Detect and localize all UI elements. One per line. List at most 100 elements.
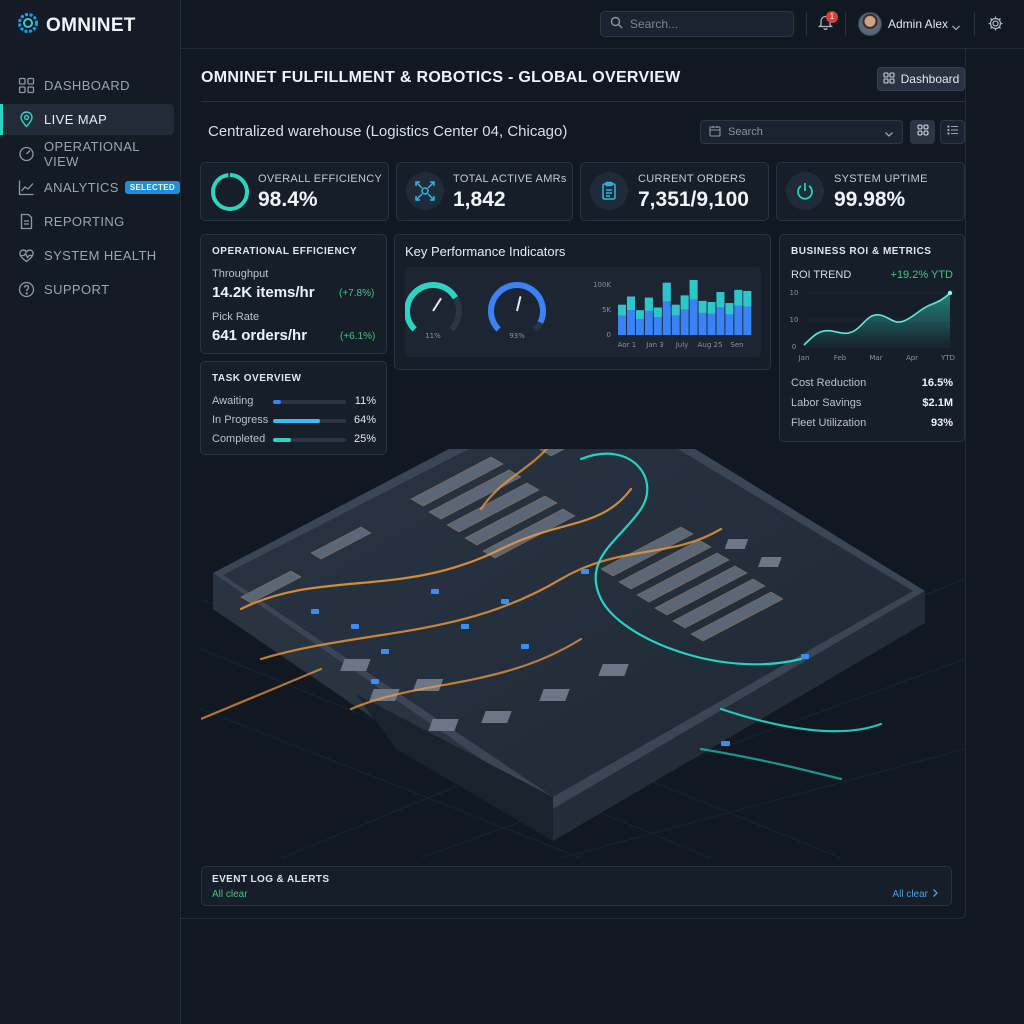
warehouse-subtitle: Centralized warehouse (Logistics Center … [208,123,568,140]
avatar[interactable] [858,12,882,36]
kpi-label: CURRENT ORDERS [638,173,746,185]
kpi-bar-segment [743,291,752,307]
gauge-value-arc [404,282,458,332]
kpi-bar-segment [698,300,707,313]
kpi-visual: 11% 93% 100K 5K 0 Aor 1 Jan 3 July Aug 2… [404,280,752,349]
app-logo[interactable]: OMNINET [17,12,136,39]
kpi-card-efficiency[interactable]: OVERALL EFFICIENCY 98.4% [200,162,389,221]
global-search-input[interactable]: Search... [600,11,794,37]
sidebar-item-live-map[interactable]: LIVE MAP [0,104,174,135]
heart-pulse-icon [18,247,35,264]
list-icon [946,123,959,141]
kpi-bar-segment [626,296,635,310]
task-progress-fill [273,419,320,423]
sidebar-item-operational-view[interactable]: OPERATIONAL VIEW [0,138,174,169]
sidebar: OMNINET DASHBOARD LIVE MAP OPERATIONAL V… [0,0,181,1024]
app-name: OMNINET [46,14,136,36]
sidebar-item-analytics[interactable]: ANALYTICS SELECTED [0,172,180,203]
kpi-bar-segment [618,304,626,316]
dashboard-button-label: Dashboard [900,72,960,86]
x-tick: YTD [940,354,955,362]
gauge-needle [516,296,522,312]
event-log-link[interactable]: All clear [892,888,939,901]
chevron-right-icon [932,888,939,901]
task-overview-card: TASK OVERVIEW Awaiting 11% In Progress 6… [200,361,387,455]
user-name[interactable]: Admin Alex [888,17,948,31]
x-tick: Feb [834,354,847,362]
map-pin-icon [18,111,35,128]
document-icon [18,213,35,230]
warehouse-floor [223,449,913,797]
sidebar-item-label: REPORTING [44,214,125,229]
kpi-card-orders[interactable]: CURRENT ORDERS 7,351/9,100 [580,162,769,221]
task-progress-track [273,419,346,423]
roi-metric-value: 16.5% [921,377,953,389]
section-title: OPERATIONAL EFFICIENCY [212,246,358,257]
sidebar-nav: DASHBOARD LIVE MAP OPERATIONAL VIEW ANAL… [0,70,181,308]
pick-rate-change: (+6.1%) [340,331,376,342]
roi-metric-label: Cost Reduction [791,377,867,389]
grid-icon [18,77,35,94]
roi-trend-value: +19.2% YTD [890,269,953,281]
kpi-bar-segment [707,302,716,314]
kpi-panel-title: Key Performance Indicators [405,244,566,259]
kpi-panel-inner: 11% 93% 100K 5K 0 Aor 1 Jan 3 July Aug 2… [404,267,761,357]
gauge-needle [432,297,442,312]
x-tick: July [675,341,689,349]
kpi-bar-segment [680,295,689,310]
selected-badge: SELECTED [124,181,180,194]
task-progress-track [273,438,346,442]
task-progress-fill [273,438,292,442]
search-icon [610,16,623,32]
top-bar: Search... 1 Admin Alex [181,0,1024,49]
list-view-button[interactable] [940,120,965,144]
x-tick: Jan [798,354,810,362]
sidebar-item-support[interactable]: SUPPORT [0,274,174,305]
sidebar-item-reporting[interactable]: REPORTING [0,206,174,237]
search-placeholder: Search... [630,17,679,31]
warehouse-search-select[interactable]: Search [700,120,903,144]
kpi-value: 99.98% [834,188,906,211]
kpi-value: 1,842 [453,188,506,211]
business-roi-card: BUSINESS ROI & METRICS ROI TREND +19.2% … [779,234,965,442]
grid-view-button[interactable] [910,120,935,144]
kpi-bar-segment [644,297,653,311]
divider [974,12,975,36]
sidebar-item-dashboard[interactable]: DASHBOARD [0,70,174,101]
roi-metric-value: 93% [930,417,953,429]
divider [806,12,807,36]
kpi-card-amrs[interactable]: TOTAL ACTIVE AMRs 1,842 [396,162,573,221]
roi-metric-label: Fleet Utilization [791,417,867,429]
roi-point [947,290,953,296]
power-icon [786,172,824,210]
kpi-bar-segment [653,307,662,318]
kpi-bar-segment [635,310,644,319]
roi-metric-value: $2.1M [922,397,953,409]
x-tick: Aug 25 [698,341,723,349]
sidebar-item-system-health[interactable]: SYSTEM HEALTH [0,240,174,271]
page-title: OMNINET FULFILLMENT & ROBOTICS - GLOBAL … [201,69,681,86]
kpi-value: 98.4% [258,188,318,211]
gauge-label: 93% [509,332,525,340]
kpi-label: SYSTEM UPTIME [834,173,928,185]
pick-rate-value: 641 orders/hr [212,327,308,344]
sidebar-item-label: OPERATIONAL VIEW [44,138,140,169]
chevron-down-icon [884,129,894,141]
x-tick: Aor 1 [618,341,637,349]
gauge-label: 11% [425,332,441,340]
task-label: In Progress [212,414,269,426]
kpi-label: TOTAL ACTIVE AMRs [453,173,567,185]
chevron-down-icon[interactable] [951,19,961,37]
y-tick: 10 [790,316,799,324]
warehouse-map-visual[interactable] [201,449,965,858]
kpi-bar-segment [671,304,680,316]
throughput-value: 14.2K items/hr [212,284,315,301]
gear-icon[interactable] [987,15,1004,37]
live-warehouse-map[interactable] [201,449,965,858]
kpi-panel: Key Performance Indicators 11% 93% 100K … [394,234,771,370]
throughput-label: Throughput [212,268,269,280]
task-progress-fill [273,400,282,404]
dashboard-button[interactable]: Dashboard [877,67,965,91]
kpi-card-uptime[interactable]: SYSTEM UPTIME 99.98% [776,162,965,221]
y-tick: 100K [593,281,611,289]
